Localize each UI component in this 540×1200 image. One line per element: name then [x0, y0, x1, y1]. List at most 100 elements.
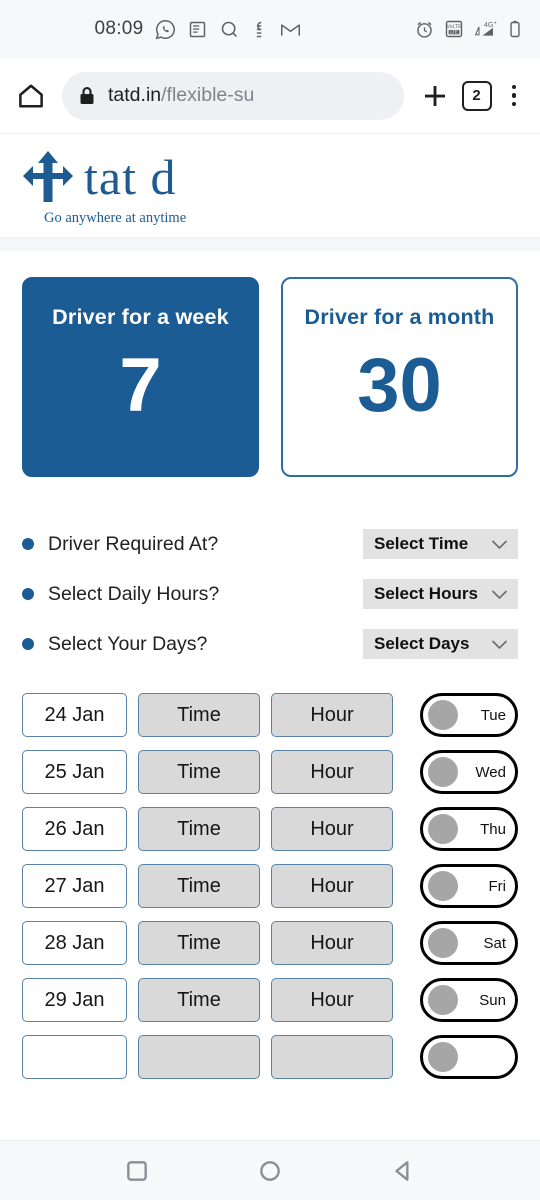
time-field[interactable] [138, 1035, 260, 1079]
svg-text:4G: 4G [484, 21, 493, 28]
hour-field[interactable]: Hour [271, 978, 393, 1022]
tab-count-label: 2 [472, 87, 481, 104]
whatsapp-icon [155, 19, 175, 39]
svg-text:LTE: LTE [450, 30, 458, 35]
plan-card-week-number: 7 [119, 343, 162, 428]
bullet-icon [22, 588, 34, 600]
android-status-bar: 08:09 VoLTE LTE 4G + [0, 0, 540, 58]
question-label-daily-hours: Select Daily Hours? [48, 582, 220, 605]
time-field[interactable]: Time [138, 807, 260, 851]
svg-text:+: + [494, 20, 497, 26]
toggle-knob [428, 700, 458, 730]
hour-field[interactable]: Hour [271, 693, 393, 737]
status-clock: 08:09 [94, 18, 144, 39]
time-field[interactable]: Time [138, 693, 260, 737]
question-group: Driver Required At? Select Time Select D… [0, 477, 540, 669]
bullet-icon [22, 538, 34, 550]
table-row: 28 Jan Time Hour Sat [22, 921, 518, 965]
plus-icon[interactable] [420, 81, 450, 111]
url-domain: tatd.in [108, 84, 162, 106]
circle-home-icon[interactable] [257, 1158, 283, 1184]
day-label: Fri [488, 877, 507, 895]
toggle-knob [428, 1042, 458, 1072]
toggle-knob [428, 757, 458, 787]
signal-4g-plus-icon: 4G + [474, 20, 497, 36]
day-label: Sat [483, 934, 506, 952]
browser-toolbar: tatd.in/flexible-su 2 [0, 58, 540, 134]
hour-field[interactable] [271, 1035, 393, 1079]
triangle-back-icon[interactable] [390, 1158, 416, 1184]
question-label-your-days: Select Your Days? [48, 632, 208, 655]
select-days-value: Select Days [374, 634, 470, 653]
day-toggle[interactable]: Wed [420, 750, 518, 794]
home-icon[interactable] [16, 81, 46, 111]
bullet-icon [22, 638, 34, 650]
date-field[interactable]: 28 Jan [22, 921, 127, 965]
plan-card-month[interactable]: Driver for a month 30 [281, 277, 518, 477]
day-label: Thu [480, 820, 506, 838]
day-toggle[interactable]: Sat [420, 921, 518, 965]
plan-card-week-title: Driver for a week [52, 305, 229, 329]
day-toggle[interactable] [420, 1035, 518, 1079]
table-row: 24 Jan Time Hour Tue [22, 693, 518, 737]
question-row-your-days: Select Your Days? Select Days [22, 619, 518, 669]
date-field[interactable]: 26 Jan [22, 807, 127, 851]
chevron-down-icon [491, 639, 508, 649]
hour-field[interactable]: Hour [271, 750, 393, 794]
day-toggle[interactable]: Tue [420, 693, 518, 737]
day-toggle[interactable]: Sun [420, 978, 518, 1022]
chevron-down-icon [491, 589, 508, 599]
gmail-icon [280, 23, 300, 36]
time-field[interactable]: Time [138, 864, 260, 908]
hour-field[interactable]: Hour [271, 807, 393, 851]
plan-card-month-number: 30 [357, 343, 442, 428]
date-field[interactable]: 24 Jan [22, 693, 127, 737]
kebab-menu-icon[interactable] [504, 81, 525, 111]
table-row-partial [22, 1035, 518, 1079]
date-field[interactable]: 25 Jan [22, 750, 127, 794]
day-toggle[interactable]: Fri [420, 864, 518, 908]
question-row-daily-hours: Select Daily Hours? Select Hours [22, 569, 518, 619]
select-time-dropdown[interactable]: Select Time [363, 529, 518, 559]
url-bar[interactable]: tatd.in/flexible-su [62, 71, 404, 120]
logo-row[interactable]: tat d [22, 148, 540, 206]
tab-count-button[interactable]: 2 [461, 80, 492, 111]
toggle-knob [428, 871, 458, 901]
schedule-row-group: 24 Jan Time Hour Tue 25 Jan Time Hour We… [0, 669, 540, 1079]
plan-card-week[interactable]: Driver for a week 7 [22, 277, 259, 477]
time-field[interactable]: Time [138, 921, 260, 965]
hour-field[interactable]: Hour [271, 864, 393, 908]
date-field[interactable] [22, 1035, 127, 1079]
question-row-driver-required-at: Driver Required At? Select Time [22, 519, 518, 569]
url-path: /flexible-su [161, 84, 255, 106]
day-toggle[interactable]: Thu [420, 807, 518, 851]
time-field[interactable]: Time [138, 750, 260, 794]
search-icon [221, 21, 237, 37]
square-recents-icon[interactable] [124, 1158, 150, 1184]
select-hours-value: Select Hours [374, 584, 478, 603]
brand-tagline: Go anywhere at anytime [44, 210, 187, 226]
day-label: Tue [480, 706, 506, 724]
table-row: 25 Jan Time Hour Wed [22, 750, 518, 794]
select-hours-dropdown[interactable]: Select Hours [363, 579, 518, 609]
alarm-icon [417, 21, 432, 38]
toggle-knob [428, 814, 458, 844]
volte-icon: VoLTE LTE [445, 20, 463, 38]
date-field[interactable]: 27 Jan [22, 864, 127, 908]
date-field[interactable]: 29 Jan [22, 978, 127, 1022]
hour-field[interactable]: Hour [271, 921, 393, 965]
plan-card-month-title: Driver for a month [304, 305, 495, 329]
time-field[interactable]: Time [138, 978, 260, 1022]
chevron-down-icon [491, 539, 508, 549]
select-days-dropdown[interactable]: Select Days [363, 629, 518, 659]
lock-icon [80, 86, 94, 104]
status-right-group: VoLTE LTE 4G + [414, 19, 522, 40]
table-row: 26 Jan Time Hour Thu [22, 807, 518, 851]
android-nav-bar [0, 1140, 540, 1200]
site-header: tat d Go anywhere at anytime [0, 134, 540, 237]
app-icon [256, 21, 261, 37]
select-time-value: Select Time [374, 534, 469, 553]
plan-card-group: Driver for a week 7 Driver for a month 3… [0, 251, 540, 477]
brand-name: tat d [84, 149, 177, 205]
status-left-group: 08:09 [0, 18, 414, 40]
